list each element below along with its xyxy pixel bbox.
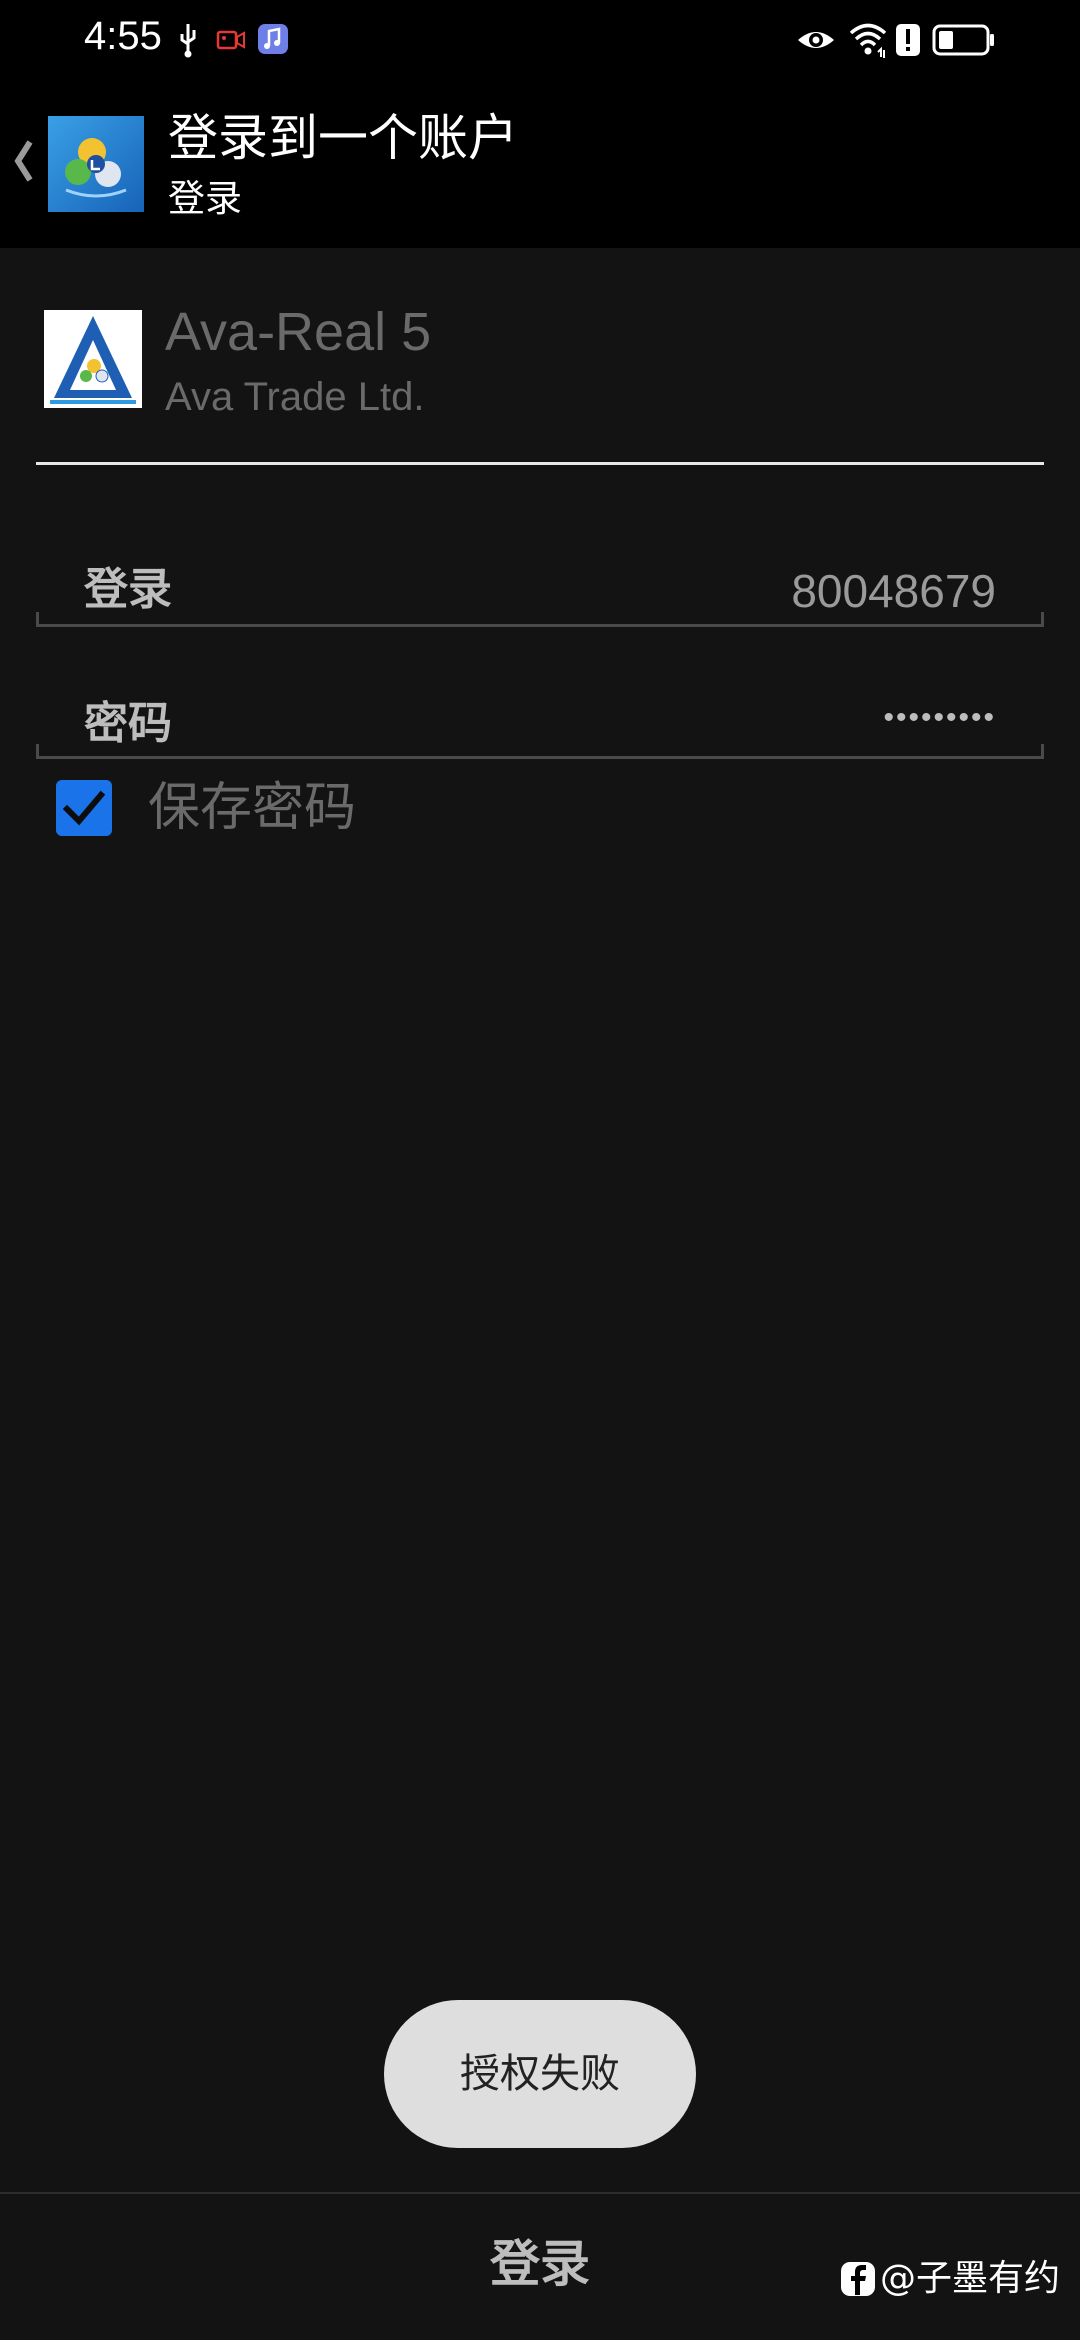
error-toast: 授权失败: [384, 2000, 696, 2148]
eye-comfort-icon: [798, 32, 834, 48]
wifi-icon: [849, 23, 887, 58]
screen-record-icon: [216, 30, 245, 50]
login-underline-left-tick: [36, 612, 39, 626]
chevron-left-icon[interactable]: [10, 136, 36, 186]
save-password-label: 保存密码: [148, 778, 357, 838]
toast-text: 授权失败: [460, 2051, 620, 2097]
login-input[interactable]: 80048679: [791, 562, 996, 620]
music-app-icon: [258, 24, 288, 54]
metatrader-logo-icon: [48, 116, 144, 212]
login-label: 登录: [84, 564, 172, 615]
password-label: 密码: [84, 698, 172, 749]
login-underline-right-tick: [1041, 612, 1044, 626]
page-title: 登录到一个账户: [168, 109, 518, 167]
watermark: @子墨有约: [840, 2254, 1060, 2302]
password-underline-right-tick: [1041, 744, 1044, 758]
password-input[interactable]: •••••••••: [883, 700, 996, 736]
battery-icon: [932, 24, 994, 56]
server-divider: [36, 462, 1044, 465]
password-underline-left-tick: [36, 744, 39, 758]
status-bar: 4:55: [0, 0, 1080, 80]
facebook-logo-icon: [841, 2262, 875, 2296]
alert-icon: [896, 24, 920, 56]
login-underline: [36, 624, 1044, 627]
server-name: Ava-Real 5: [165, 302, 432, 362]
page-subtitle: 登录: [168, 177, 242, 220]
status-time: 4:55: [84, 14, 162, 58]
app-bar: 登录到一个账户 登录: [0, 80, 1080, 248]
password-underline: [36, 756, 1044, 759]
server-company: Ava Trade Ltd.: [165, 375, 425, 419]
usb-icon: [180, 24, 196, 58]
watermark-text: @子墨有约: [880, 2258, 1061, 2299]
save-password-checkbox[interactable]: [56, 780, 112, 836]
avatrade-logo-icon: [44, 310, 142, 408]
login-screen: 4:55 登录到一个账户 登录 Ava-Real 5 Ava Trade Ltd…: [0, 0, 1080, 2340]
